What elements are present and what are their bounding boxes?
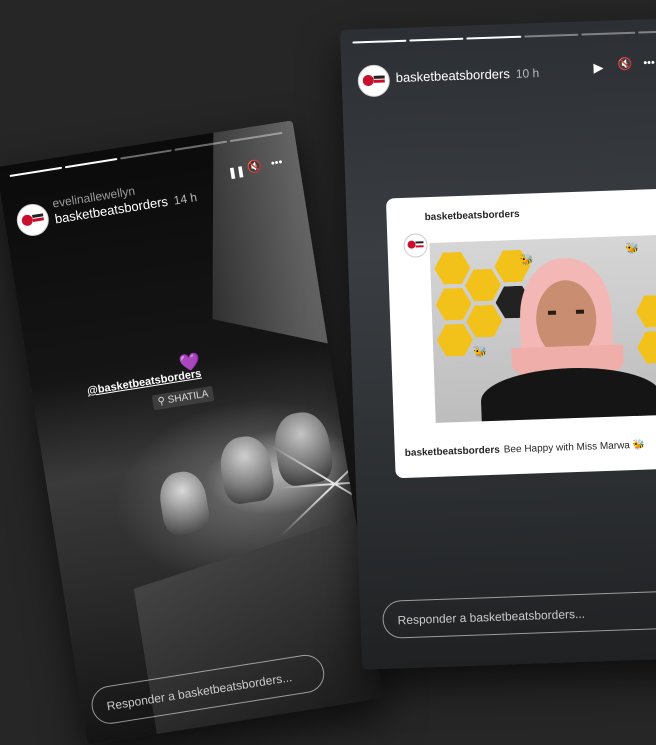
more-icon[interactable]: •••: [643, 57, 655, 69]
honeycomb: [434, 252, 471, 285]
honeycomb: [464, 269, 501, 302]
honeycomb: [466, 305, 503, 338]
honeycomb: [635, 295, 656, 328]
honeycomb: [435, 288, 472, 321]
shared-post[interactable]: basketbeatsborders 🐝 🐝 🐝 basketbeatsbord…: [385, 187, 656, 479]
honeycomb: [436, 324, 473, 357]
photo-body: [479, 365, 656, 423]
photo-person: [156, 468, 212, 538]
bee-icon: 🐝: [473, 346, 488, 359]
post-image: 🐝 🐝 🐝: [429, 233, 656, 423]
photo-person: [216, 433, 277, 507]
post-avatar: [403, 233, 428, 258]
story-progress: [352, 29, 656, 44]
pause-icon[interactable]: ❚❚: [227, 164, 245, 179]
mute-icon[interactable]: 🔇: [246, 159, 263, 175]
story-time: 14 h: [172, 190, 198, 208]
play-icon[interactable]: ▶: [593, 60, 604, 76]
location-text: SHATILA: [166, 388, 210, 407]
bee-icon: 🐝: [625, 242, 640, 256]
mute-icon[interactable]: 🔇: [617, 57, 632, 72]
avatar[interactable]: [14, 201, 52, 239]
honeycomb: [637, 331, 656, 364]
more-icon[interactable]: •••: [270, 156, 283, 170]
username-text: basketbeatsborders: [395, 66, 511, 86]
caption-text: Bee Happy with Miss Marwa 🐝: [503, 439, 646, 456]
post-caption: basketbeatsborders Bee Happy with Miss Ma…: [405, 440, 646, 459]
avatar[interactable]: [357, 64, 391, 98]
story-time: 10 h: [515, 66, 540, 81]
caption-username: basketbeatsborders: [404, 444, 501, 459]
story-left[interactable]: evelinallewellyn basketbeatsborders 14 h …: [0, 120, 384, 745]
photo-wall: [184, 120, 339, 364]
story-right[interactable]: basketbeatsborders 10 h ▶ 🔇 ••• basketbea…: [340, 17, 656, 670]
post-username: basketbeatsborders: [424, 208, 520, 224]
story-username[interactable]: basketbeatsborders 10 h: [395, 65, 539, 85]
location-sticker[interactable]: ⚲ SHATILA: [151, 385, 215, 411]
bee-icon: 🐝: [519, 254, 535, 267]
reply-input[interactable]: Responder a basketbeatsborders...: [381, 590, 656, 639]
